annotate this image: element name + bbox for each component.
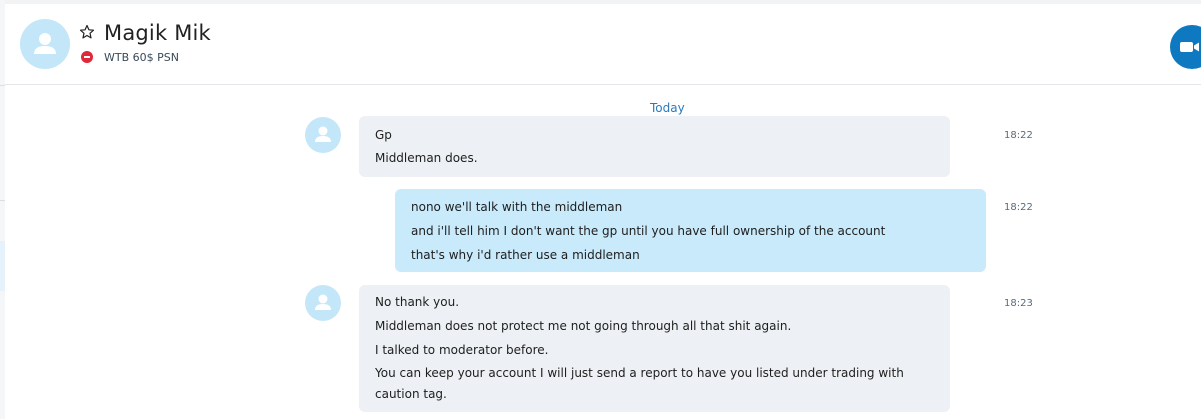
video-call-icon xyxy=(1180,42,1199,52)
message-bubble-incoming[interactable]: No thank you. Middleman does not protect… xyxy=(359,285,950,412)
do-not-disturb-icon xyxy=(81,51,93,63)
message-bubble-outgoing[interactable]: nono we'll talk with the middleman and i… xyxy=(395,189,986,272)
mood-message: WTB 60$ PSN xyxy=(104,51,179,64)
contact-name[interactable]: Magik Mik xyxy=(104,21,211,45)
message-text: Middleman does. xyxy=(375,151,478,165)
sender-avatar[interactable] xyxy=(305,117,341,153)
message-text: I talked to moderator before. xyxy=(375,343,549,357)
conversation-header: Magik Mik WTB 60$ PSN xyxy=(5,4,1201,85)
star-outline-icon[interactable] xyxy=(79,24,95,40)
message-text: that's why i'd rather use a middleman xyxy=(411,248,640,262)
message-timestamp: 18:22 xyxy=(1004,202,1033,213)
message-list: Gp Middleman does. 18:22 nono we'll talk… xyxy=(5,86,1201,419)
video-call-button[interactable] xyxy=(1170,25,1201,69)
message-text: No thank you. xyxy=(375,295,460,309)
person-icon xyxy=(34,33,56,54)
person-icon xyxy=(315,126,331,142)
message-text: nono we'll talk with the middleman xyxy=(411,200,623,214)
message-text: Middleman does not protect me not going … xyxy=(375,319,792,333)
message-bubble-incoming[interactable]: Gp Middleman does. xyxy=(359,116,950,177)
message-timestamp: 18:23 xyxy=(1004,298,1033,309)
message-text: and i'll tell him I don't want the gp un… xyxy=(411,224,886,238)
message-text: Gp xyxy=(375,128,392,142)
contact-avatar[interactable] xyxy=(20,19,70,69)
sender-avatar[interactable] xyxy=(305,285,341,321)
message-timestamp: 18:22 xyxy=(1004,130,1033,141)
message-text: You can keep your account I will just se… xyxy=(375,366,904,401)
person-icon xyxy=(315,294,331,310)
